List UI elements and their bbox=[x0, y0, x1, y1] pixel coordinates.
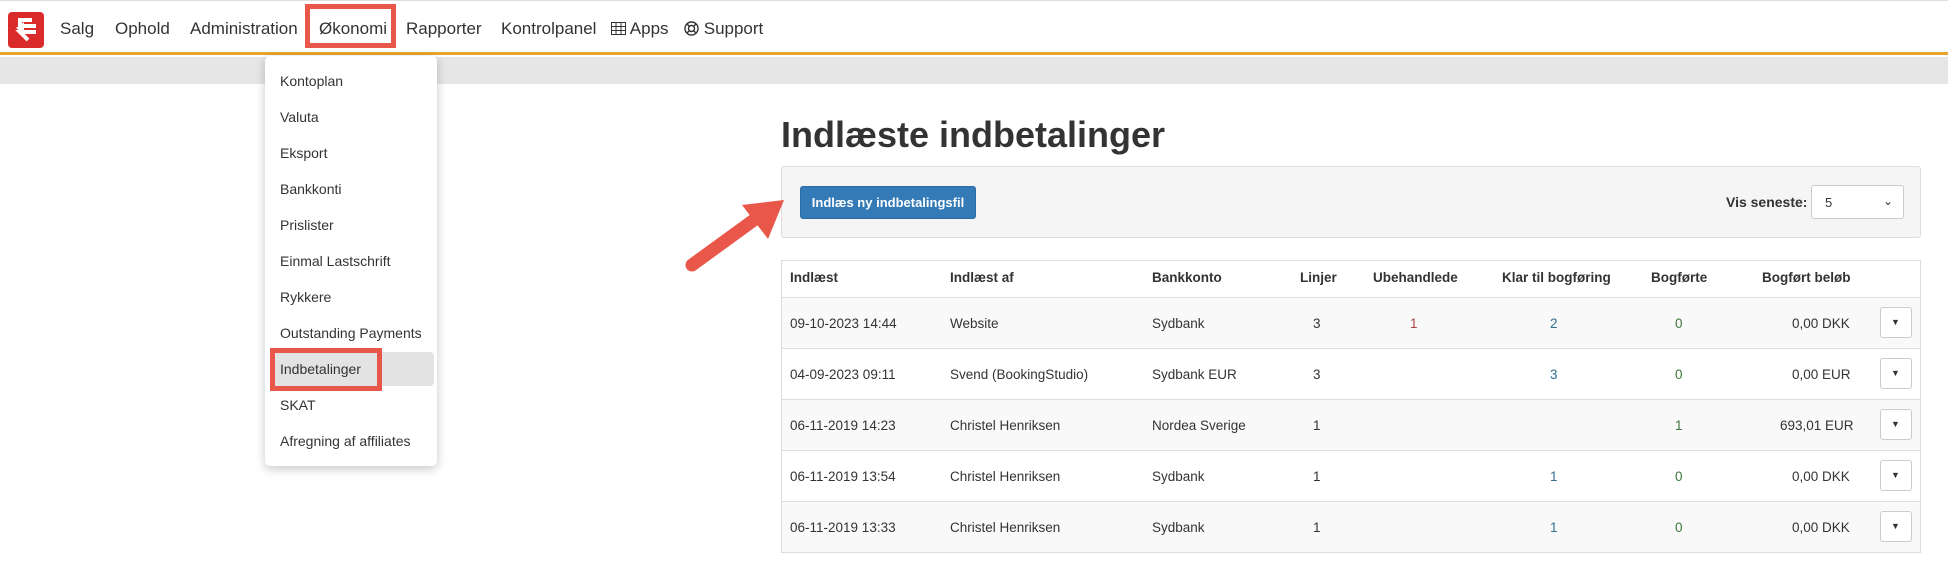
cell-booked[interactable]: 0 bbox=[1675, 469, 1683, 484]
nav-ophold[interactable]: Ophold bbox=[115, 19, 170, 39]
cell-lines: 3 bbox=[1313, 367, 1321, 382]
menu-item-valuta[interactable]: Valuta bbox=[280, 109, 319, 125]
col-header-ubehandlede: Ubehandlede bbox=[1373, 270, 1458, 285]
caret-down-icon: ▼ bbox=[1891, 368, 1900, 378]
upload-payment-file-button[interactable]: Indlæs ny indbetalingsfil bbox=[800, 186, 976, 219]
caret-down-icon: ▼ bbox=[1891, 521, 1900, 531]
cell-date: 06-11-2019 13:54 bbox=[790, 469, 896, 484]
cell-lines: 1 bbox=[1313, 520, 1321, 535]
okonomi-highlight-box bbox=[305, 4, 396, 48]
cell-booked[interactable]: 1 bbox=[1675, 418, 1683, 433]
show-latest-value: 5 bbox=[1825, 195, 1833, 210]
cell-bank: Sydbank bbox=[1152, 520, 1205, 535]
caret-down-icon: ▼ bbox=[1891, 317, 1900, 327]
cell-bank: Nordea Sverige bbox=[1152, 418, 1246, 433]
row-actions-button[interactable]: ▼ bbox=[1880, 307, 1912, 338]
cell-bank: Sydbank bbox=[1152, 469, 1205, 484]
col-header-indlaest: Indlæst bbox=[790, 270, 839, 285]
nav-support[interactable]: Support bbox=[684, 19, 763, 39]
cell-date: 06-11-2019 14:23 bbox=[790, 418, 896, 433]
cell-ready[interactable]: 1 bbox=[1550, 520, 1558, 535]
col-header-bankkonto: Bankkonto bbox=[1152, 270, 1222, 285]
menu-item-eksport[interactable]: Eksport bbox=[280, 145, 327, 161]
cell-unprocessed[interactable]: 1 bbox=[1410, 316, 1418, 331]
cell-lines: 3 bbox=[1313, 316, 1321, 331]
nav-support-label: Support bbox=[703, 19, 764, 38]
menu-item-kontoplan[interactable]: Kontoplan bbox=[280, 73, 343, 89]
cell-date: 09-10-2023 14:44 bbox=[790, 316, 897, 331]
chevron-down-icon: ⌄ bbox=[1882, 194, 1893, 208]
cell-date: 06-11-2019 13:33 bbox=[790, 520, 896, 535]
cell-bank: Sydbank bbox=[1152, 316, 1205, 331]
cell-booked[interactable]: 0 bbox=[1675, 367, 1683, 382]
row-actions-button[interactable]: ▼ bbox=[1880, 511, 1912, 542]
menu-item-bankkonti[interactable]: Bankkonti bbox=[280, 181, 341, 197]
caret-down-icon: ▼ bbox=[1891, 419, 1900, 429]
show-latest-label: Vis seneste: bbox=[1726, 194, 1808, 210]
col-header-bogforte: Bogførte bbox=[1651, 270, 1708, 285]
cell-amount: 0,00 DKK bbox=[1792, 469, 1850, 484]
cell-booked[interactable]: 0 bbox=[1675, 316, 1683, 331]
cell-bank: Sydbank EUR bbox=[1152, 367, 1237, 382]
nav-rapporter[interactable]: Rapporter bbox=[406, 19, 482, 39]
cell-ready[interactable]: 1 bbox=[1550, 469, 1558, 484]
col-header-klar-til-bogforing: Klar til bogføring bbox=[1502, 270, 1611, 285]
cell-by: Christel Henriksen bbox=[950, 418, 1061, 433]
page-title: Indlæste indbetalinger bbox=[781, 114, 1166, 155]
cell-booked[interactable]: 0 bbox=[1675, 520, 1683, 535]
cell-amount: 693,01 EUR bbox=[1780, 418, 1854, 433]
show-latest-select[interactable]: 5 ⌄ bbox=[1811, 185, 1904, 219]
cell-by: Christel Henriksen bbox=[950, 520, 1061, 535]
row-actions-button[interactable]: ▼ bbox=[1880, 409, 1912, 440]
lifebuoy-icon bbox=[684, 21, 699, 36]
menu-item-skat[interactable]: SKAT bbox=[280, 397, 316, 413]
cell-by: Website bbox=[950, 316, 999, 331]
nav-apps-label: Apps bbox=[629, 19, 669, 38]
row-actions-button[interactable]: ▼ bbox=[1880, 460, 1912, 491]
grid-icon bbox=[611, 22, 626, 35]
menu-item-rykkere[interactable]: Rykkere bbox=[280, 289, 331, 305]
app-logo[interactable] bbox=[8, 12, 44, 48]
col-header-indlaest-af: Indlæst af bbox=[950, 270, 1014, 285]
menu-item-afregning-affiliates[interactable]: Afregning af affiliates bbox=[280, 433, 411, 449]
top-navbar: Salg Ophold Administration Økonomi Rappo… bbox=[0, 0, 1948, 55]
cell-by: Svend (BookingStudio) bbox=[950, 367, 1089, 382]
nav-kontrolpanel[interactable]: Kontrolpanel bbox=[501, 19, 596, 39]
nav-salg[interactable]: Salg bbox=[60, 19, 94, 39]
menu-item-prislister[interactable]: Prislister bbox=[280, 217, 334, 233]
okonomi-dropdown-menu: Kontoplan Valuta Eksport Bankkonti Prisl… bbox=[265, 56, 437, 466]
cell-amount: 0,00 DKK bbox=[1792, 316, 1850, 331]
nav-apps[interactable]: Apps bbox=[611, 19, 669, 39]
cell-amount: 0,00 EUR bbox=[1792, 367, 1851, 382]
col-header-linjer: Linjer bbox=[1300, 270, 1337, 285]
col-header-bogfort-belob: Bogført beløb bbox=[1762, 270, 1851, 285]
cell-lines: 1 bbox=[1313, 418, 1321, 433]
cell-ready[interactable]: 3 bbox=[1550, 367, 1558, 382]
cell-by: Christel Henriksen bbox=[950, 469, 1061, 484]
nav-administration[interactable]: Administration bbox=[190, 19, 298, 39]
menu-item-einmal-lastschrift[interactable]: Einmal Lastschrift bbox=[280, 253, 390, 269]
indbetalinger-highlight-box bbox=[270, 348, 382, 391]
row-actions-button[interactable]: ▼ bbox=[1880, 358, 1912, 389]
cell-ready[interactable]: 2 bbox=[1550, 316, 1558, 331]
caret-down-icon: ▼ bbox=[1891, 470, 1900, 480]
cell-amount: 0,00 DKK bbox=[1792, 520, 1850, 535]
menu-item-outstanding-payments[interactable]: Outstanding Payments bbox=[280, 325, 422, 341]
cell-date: 04-09-2023 09:11 bbox=[790, 367, 896, 382]
cell-lines: 1 bbox=[1313, 469, 1321, 484]
